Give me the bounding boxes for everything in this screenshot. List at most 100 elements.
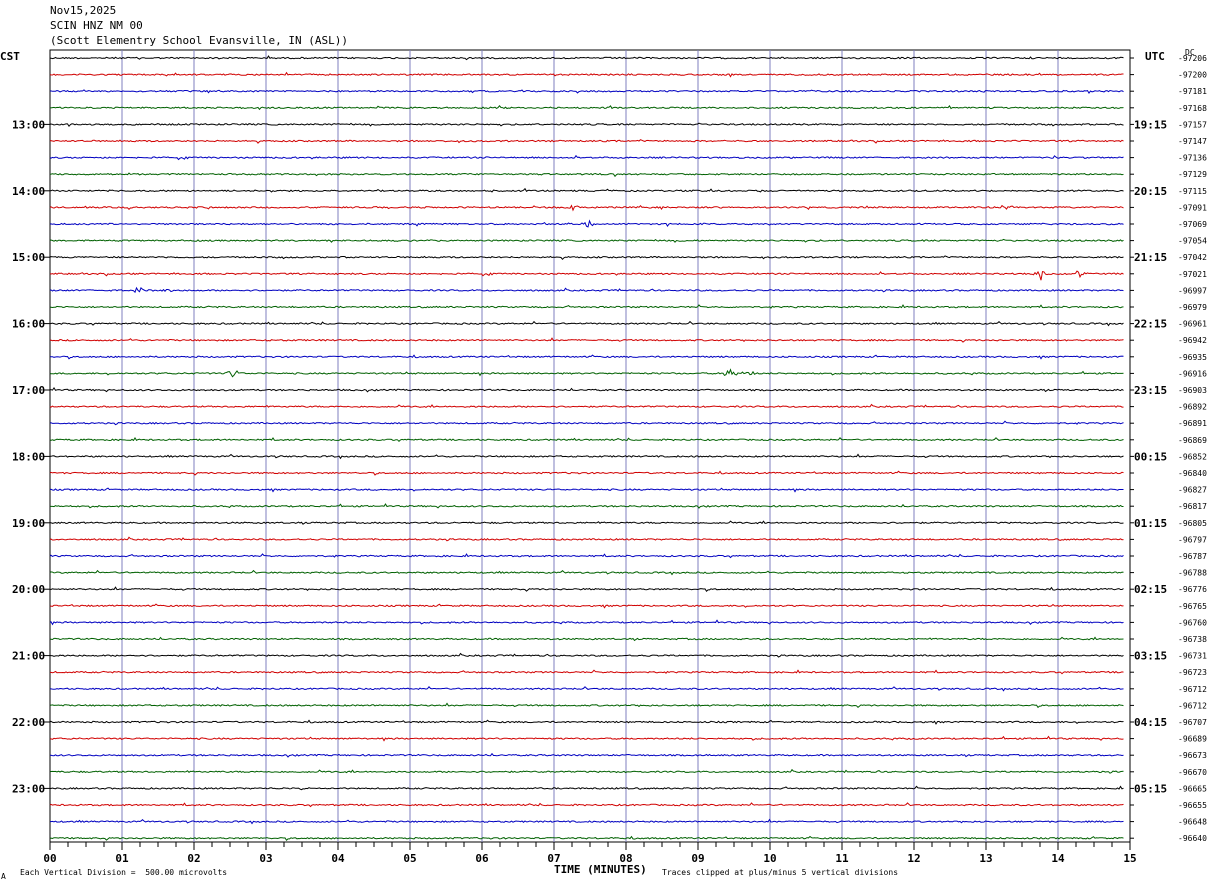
left-hour-label: 21:00	[12, 650, 45, 663]
trace-line	[49, 553, 1124, 559]
left-hour-label: 20:00	[12, 583, 45, 596]
dc-offset-label: -96765	[1178, 602, 1207, 611]
dc-offset-label: -96665	[1178, 784, 1207, 793]
x-tick-label: 00	[43, 852, 56, 865]
trace-line	[49, 337, 1124, 343]
dc-offset-label: -96689	[1178, 735, 1207, 744]
dc-offset-label: -96788	[1178, 569, 1207, 578]
dc-offset-label: -97069	[1178, 220, 1207, 229]
dc-offset-label: -97054	[1178, 237, 1207, 246]
dc-offset-label: -96731	[1178, 652, 1207, 661]
trace-line	[49, 368, 1124, 378]
right-hour-label: 19:15	[1134, 118, 1167, 131]
dc-offset-label: -96655	[1178, 801, 1207, 810]
trace-line	[49, 768, 1124, 774]
dc-offset-label: -96776	[1178, 585, 1207, 594]
dc-offset-label: -97091	[1178, 203, 1207, 212]
trace-line	[49, 835, 1124, 841]
left-hour-label: 13:00	[12, 118, 45, 131]
trace-line	[49, 470, 1124, 476]
trace-line	[49, 386, 1124, 393]
right-hour-label: 21:15	[1134, 251, 1167, 264]
dc-offset-label: -97136	[1178, 154, 1207, 163]
x-tick-label: 13	[979, 852, 992, 865]
trace-line	[49, 139, 1124, 144]
trace-line	[49, 304, 1124, 309]
trace-line	[49, 105, 1124, 111]
dc-offset-label: -96892	[1178, 403, 1207, 412]
trace-line	[49, 320, 1124, 327]
trace-line	[50, 520, 1124, 525]
trace-line	[49, 238, 1124, 243]
dc-offset-label: -96640	[1178, 834, 1207, 843]
trace-line	[49, 403, 1124, 408]
trace-line	[49, 603, 1124, 609]
dc-offset-label: -96869	[1178, 436, 1207, 445]
trace-line	[49, 735, 1124, 742]
right-hour-label: 00:15	[1134, 450, 1167, 463]
trace-line	[49, 219, 1124, 228]
dc-offset-label: -96840	[1178, 469, 1207, 478]
x-axis-title: TIME (MINUTES)	[554, 863, 647, 876]
trace-line	[49, 569, 1124, 576]
trace-line	[49, 89, 1124, 95]
right-hour-label: 05:15	[1134, 782, 1167, 795]
trace-line	[49, 802, 1124, 808]
trace-line	[49, 255, 1124, 261]
dc-offset-label: -96827	[1178, 486, 1207, 495]
dc-offset-label: -96797	[1178, 535, 1207, 544]
dc-offset-label: -96903	[1178, 386, 1207, 395]
trace-line	[49, 286, 1124, 294]
dc-offset-label: -96712	[1178, 701, 1207, 710]
left-hour-label: 18:00	[12, 450, 45, 463]
dc-offset-label: -96817	[1178, 502, 1207, 511]
x-tick-label: 11	[835, 852, 849, 865]
dc-offset-label: -96805	[1178, 519, 1207, 528]
helicorder-plot: -97206 -97200 -97181 -97168 -97157 -97147 -971…	[12, 49, 1207, 865]
trace-line	[49, 636, 1124, 642]
dc-offset-label: -97157	[1178, 120, 1207, 129]
trace-line	[50, 187, 1124, 193]
trace-line	[49, 487, 1124, 493]
x-tick-label: 06	[475, 852, 489, 865]
x-tick-label: 12	[907, 852, 920, 865]
dc-offset-label: -96673	[1178, 751, 1207, 760]
trace-line	[49, 702, 1124, 709]
dc-offset-label: -96935	[1178, 353, 1207, 362]
vertical-division-note: Each Vertical Division = 500.00 microvol…	[20, 868, 228, 877]
trace-line	[49, 354, 1124, 360]
x-tick-label: 05	[403, 852, 416, 865]
right-hour-label: 02:15	[1134, 583, 1167, 596]
trace-line	[49, 669, 1124, 675]
dc-offset-label: -97168	[1178, 104, 1207, 113]
dc-offset-label: -97181	[1178, 87, 1207, 96]
trace-line	[49, 55, 1124, 61]
plot-traces	[49, 55, 1124, 841]
dc-offset-label: -96979	[1178, 303, 1207, 312]
dc-offset-label: -96648	[1178, 818, 1207, 827]
left-hour-label: 19:00	[12, 517, 45, 530]
dc-offset-label: -96942	[1178, 336, 1207, 345]
trace-line	[49, 172, 1124, 178]
dc-offset-label: -96787	[1178, 552, 1207, 561]
trace-line	[49, 122, 1124, 128]
x-tick-label: 01	[115, 852, 129, 865]
x-tick-label: 03	[259, 852, 272, 865]
corner-mark: A	[1, 872, 6, 881]
trace-line	[49, 686, 1124, 692]
trace-line	[49, 619, 1124, 626]
right-hour-label: 03:15	[1134, 650, 1167, 663]
trace-line	[49, 752, 1124, 758]
x-tick-label: 04	[331, 852, 345, 865]
x-tick-label: 09	[691, 852, 704, 865]
dc-offset-label: -96760	[1178, 618, 1207, 627]
dc-offset-label: -97147	[1178, 137, 1207, 146]
dc-offset-label: -96670	[1178, 768, 1207, 777]
plot-frame	[49, 49, 1131, 843]
left-hour-label: 22:00	[12, 716, 45, 729]
trace-line	[49, 436, 1124, 442]
right-hour-label: 04:15	[1134, 716, 1167, 729]
x-tick-label: 15	[1123, 852, 1136, 865]
dc-offset-label: -96707	[1178, 718, 1207, 727]
clip-note: Traces clipped at plus/minus 5 vertical …	[662, 868, 899, 877]
